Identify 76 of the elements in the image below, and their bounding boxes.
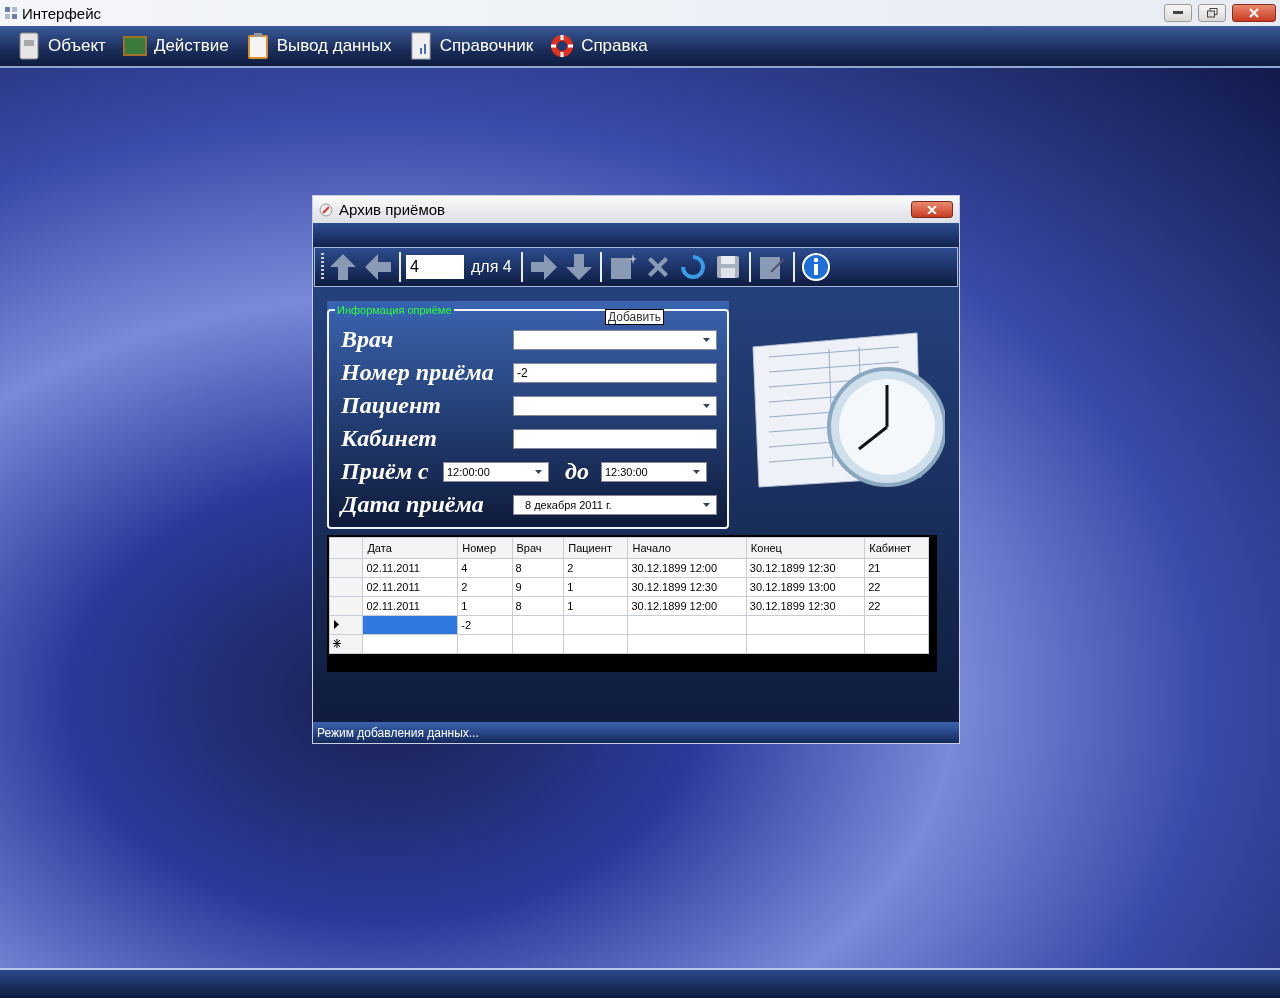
dropdown-caret-icon [692,469,700,474]
column-header[interactable]: Конец [746,537,865,559]
date-picker[interactable]: 8 декабря 2011 г. [513,494,717,515]
position-field[interactable]: 4 [406,255,464,279]
restore-icon [1206,8,1218,18]
input-field[interactable]: -2 [513,362,717,383]
table-cell: 1 [563,596,628,616]
table-cell: 30.12.1899 12:30 [746,596,865,616]
table-cell: 21 [864,558,929,578]
dropdown-caret-icon [703,403,710,408]
row-pointer-icon [333,620,341,629]
field-label: Пациент [341,392,442,419]
field-label: до [565,458,589,485]
table-cell: 2 [457,577,512,597]
window-title: Интерфейс [22,4,101,22]
dropdown-caret-icon [703,502,710,507]
tooltip: Добавить [605,309,665,325]
close-button[interactable] [1232,4,1276,22]
field-label: Номер приёма [341,359,495,386]
status-text: Режим добавления данных... [317,725,479,740]
minimize-button[interactable] [1164,4,1192,22]
menu-item[interactable]: Вывод данных [240,32,396,60]
record-count: для 4 [471,258,512,276]
table-cell: 30.12.1899 12:00 [627,558,747,578]
new-row-icon [333,639,341,648]
table-cell: 30.12.1899 12:30 [627,577,747,597]
dialog-title: Архив приёмов [339,201,445,218]
time-picker[interactable]: 12:00:00 [443,461,549,482]
field-label: Дата приёма [341,491,485,518]
table-cell: 02.11.2011 [362,558,458,578]
dropdown-caret-icon [535,469,542,474]
table-cell: 8 [512,596,564,616]
combo-box[interactable] [513,329,717,350]
table-cell: 22 [864,577,929,597]
info-icon[interactable] [799,251,832,283]
field-label: Приём с [341,458,430,485]
dropdown-caret-icon [703,337,710,342]
table-cell: 02.11.2011 [362,596,458,616]
minimize-icon [1173,11,1183,15]
input-field[interactable] [513,428,717,449]
column-header[interactable]: Начало [627,537,747,559]
compass-icon [319,202,333,217]
close-icon [1249,8,1259,18]
table-cell: 2 [563,558,628,578]
column-header[interactable]: Кабинет [864,537,929,559]
field-label: Кабинет [341,425,438,452]
table-cell: 1 [563,577,628,597]
table-cell: 22 [864,596,929,616]
close-icon [927,205,937,214]
table-cell: 30.12.1899 13:00 [746,577,865,597]
menu-item[interactable]: Действие [117,32,233,60]
menu-item[interactable]: Объект [12,32,110,60]
table-cell: 8 [512,558,564,578]
table-cell: -2 [457,615,512,635]
table-cell: 30.12.1899 12:30 [746,558,865,578]
table-cell: 1 [457,596,512,616]
app-icon [4,6,18,20]
table-cell: 30.12.1899 12:00 [627,596,747,616]
field-label: Врач [341,326,395,353]
combo-box[interactable] [513,395,717,416]
menu-item[interactable]: Справочник [403,32,538,60]
cabinet-icon [16,32,42,60]
close-button[interactable] [911,201,953,218]
grip-icon [321,253,324,281]
column-header[interactable]: Дата [362,537,458,559]
table-cell: 02.11.2011 [362,577,458,597]
group-legend: Информация оприёме [335,303,454,317]
restore-button[interactable] [1198,4,1226,22]
table-cell: 9 [512,577,564,597]
table-cell: 4 [457,558,512,578]
menu-item[interactable]: Справка [545,32,652,60]
time-picker[interactable]: 12:30:00 [600,461,707,482]
column-header[interactable]: Врач [512,537,564,559]
column-header[interactable]: Пациент [563,537,628,559]
column-header[interactable]: Номер [457,537,512,559]
lifebuoy-icon [549,32,576,60]
